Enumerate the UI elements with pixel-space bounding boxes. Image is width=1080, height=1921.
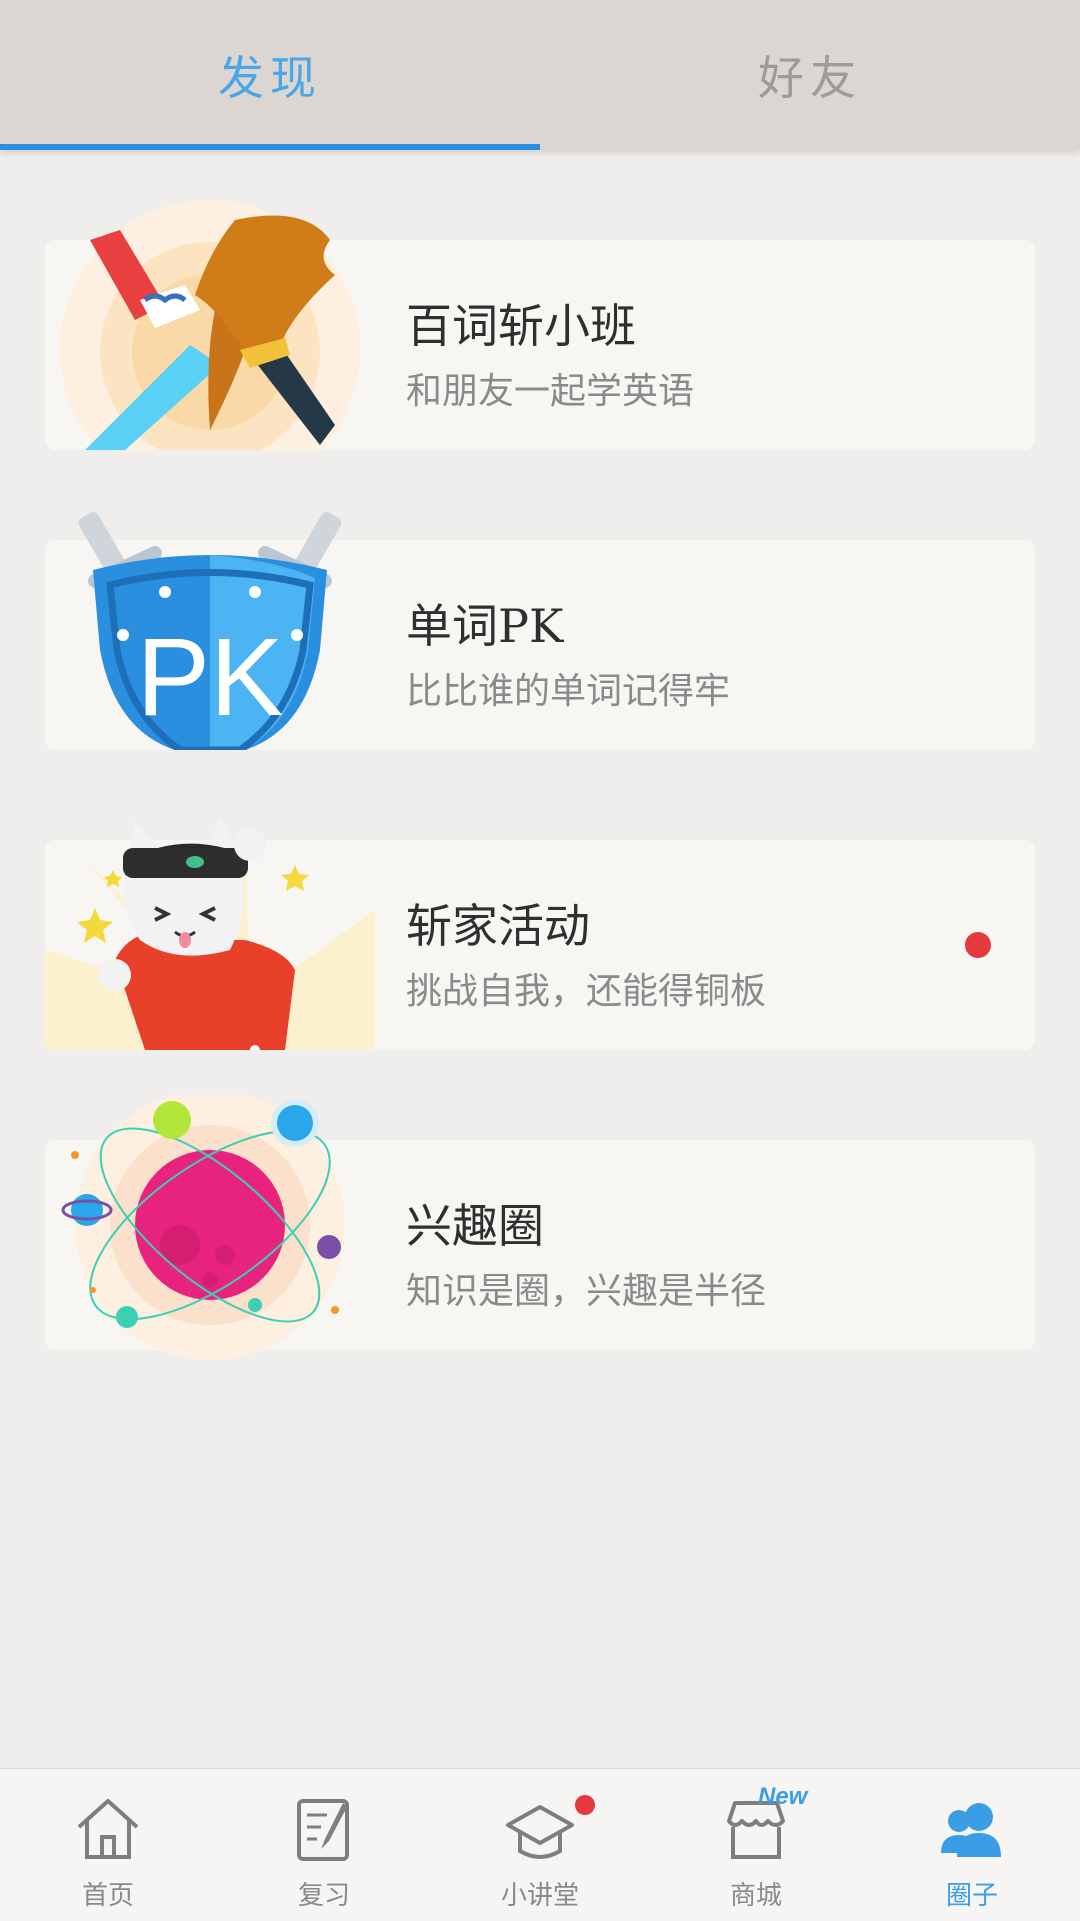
nav-home[interactable]: 首页 <box>0 1769 216 1921</box>
card-subtitle: 挑战自我，还能得铜板 <box>406 971 767 1012</box>
nav-label: 首页 <box>81 1881 134 1911</box>
nav-label: 商城 <box>729 1881 782 1911</box>
card-subtitle: 知识是圈，兴趣是半径 <box>406 1271 767 1312</box>
pk-text: PK <box>137 616 284 739</box>
review-icon <box>297 1799 349 1861</box>
nav-label: 小讲堂 <box>500 1881 579 1911</box>
graduation-cap-icon <box>506 1805 574 1859</box>
new-badge: New <box>758 1783 808 1810</box>
top-tab-bar: 发现 好友 <box>0 0 1080 150</box>
nav-review[interactable]: 复习 <box>216 1769 432 1921</box>
nav-label: 圈子 <box>945 1881 998 1911</box>
nav-store[interactable]: New 商城 <box>648 1769 864 1921</box>
home-icon <box>77 1799 139 1859</box>
card-title: 单词PK <box>406 599 564 653</box>
tab-active-indicator <box>0 144 540 150</box>
brush-sword-icon <box>60 200 360 450</box>
card-title: 兴趣圈 <box>406 1199 544 1253</box>
tab-discover[interactable]: 发现 <box>0 0 540 150</box>
bottom-nav: 首页 复习 小讲堂 New 商城 圈子 <box>0 1768 1080 1921</box>
planet-icon <box>61 1095 345 1360</box>
card-subtitle: 和朋友一起学英语 <box>406 371 695 412</box>
card-title: 斩家活动 <box>406 899 590 953</box>
card-subtitle: 比比谁的单词记得牢 <box>406 671 731 712</box>
nav-circle[interactable]: 圈子 <box>864 1769 1080 1921</box>
card-title: 百词斩小班 <box>406 299 636 353</box>
pk-shield-icon: PK <box>78 512 342 750</box>
cat-mascot-icon <box>45 815 375 1050</box>
notification-dot <box>575 1795 595 1815</box>
nav-lecture[interactable]: 小讲堂 <box>432 1769 648 1921</box>
people-icon <box>941 1803 1001 1857</box>
tab-friends[interactable]: 好友 <box>540 0 1080 150</box>
notification-dot <box>965 932 991 958</box>
nav-label: 复习 <box>297 1881 350 1911</box>
